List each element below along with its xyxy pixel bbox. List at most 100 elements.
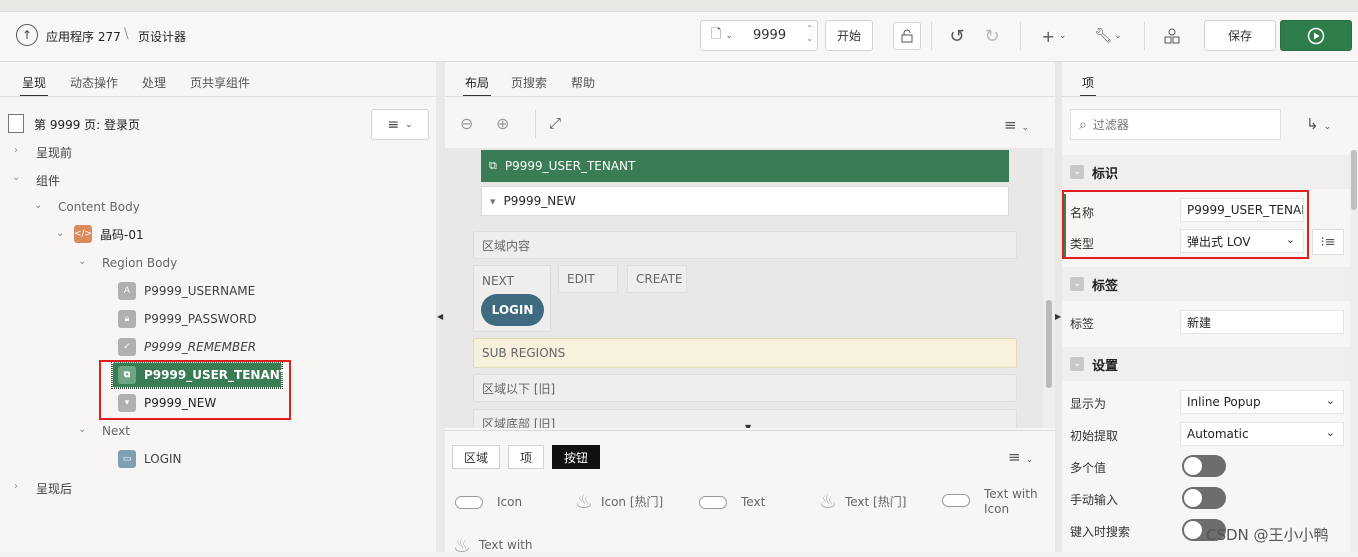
create-menu-icon[interactable]: + ⌄ (1036, 22, 1072, 50)
next-button-label: NEXT (482, 274, 514, 288)
chevron-down-icon: ⌄ (405, 119, 413, 130)
chevron-down-icon[interactable]: ⌄ (12, 172, 20, 183)
tree-button-login[interactable]: ▭ LOGIN (118, 450, 182, 468)
login-button[interactable]: LOGIN (481, 294, 544, 326)
tree-menu-button[interactable]: ≡ ⌄ (371, 109, 429, 140)
grid-region-content[interactable]: 区域内容 (473, 231, 1017, 259)
chevron-right-icon[interactable]: › (14, 481, 18, 492)
password-lock-icon: 🔒︎ (118, 310, 136, 328)
tree-item-password[interactable]: 🔒︎ P9999_PASSWORD (118, 310, 257, 328)
grid-next-position[interactable]: NEXT LOGIN (473, 265, 551, 332)
chevron-down-icon: ⌄ (1325, 394, 1335, 407)
grid-below-region[interactable]: 区域以下 [旧] (473, 374, 1017, 402)
run-button[interactable] (1280, 20, 1352, 51)
scrollbar-thumb[interactable] (1046, 300, 1052, 388)
gallery-button-text-with[interactable]: ♨ Text with (453, 533, 532, 557)
initial-fetch-select[interactable]: Automatic ⌄ (1180, 422, 1344, 446)
tab-page-shared-components[interactable]: 页共享组件 (190, 74, 250, 91)
gallery-button-text-hot[interactable]: ♨ Text [热门] (819, 489, 906, 513)
grid-item-user-tenant[interactable]: ⧉ P9999_USER_TENANT (481, 150, 1009, 182)
manual-entry-toggle[interactable] (1182, 487, 1226, 509)
label-input[interactable]: 新建 (1180, 310, 1344, 334)
lock-icon[interactable] (893, 22, 921, 50)
initial-fetch-label: 初始提取 (1070, 429, 1119, 443)
collapse-right-icon[interactable]: ▶ (1055, 312, 1061, 321)
list-of-values-icon[interactable]: ⁝≡ (1312, 229, 1344, 255)
tab-processing[interactable]: 处理 (142, 74, 166, 91)
display-as-select[interactable]: Inline Popup ⌄ (1180, 390, 1344, 414)
chevron-down-icon[interactable]: ⌄ (78, 424, 86, 435)
tree-item-remember[interactable]: ✓ P9999_REMEMBER (118, 338, 256, 356)
tree-item-username[interactable]: A P9999_USERNAME (118, 282, 255, 300)
undo-icon[interactable]: ↺ (943, 22, 971, 50)
tree-after-render[interactable]: 呈现后 (36, 480, 72, 497)
tree-next[interactable]: Next (102, 424, 130, 438)
chevron-down-icon[interactable]: ⌄ (34, 200, 42, 211)
collapse-left-icon[interactable]: ◀ (437, 312, 443, 321)
gallery-tab-regions[interactable]: 区域 (452, 445, 500, 469)
grid-create-position[interactable]: CREATE (627, 265, 687, 293)
section-label[interactable]: ⌄ 标签 (1062, 267, 1350, 301)
tab-help[interactable]: 帮助 (571, 74, 595, 91)
scrollbar-thumb[interactable] (1351, 150, 1357, 210)
gallery-button-icon[interactable]: Icon (455, 495, 522, 509)
grid-scrollbar[interactable] (1043, 148, 1055, 428)
grid-edit-position[interactable]: EDIT (558, 265, 618, 293)
gallery-button-text-with-icon[interactable]: Text with Icon (942, 487, 1038, 517)
page-title[interactable]: 第 9999 页: 登录页 (34, 116, 140, 133)
tree-region-body[interactable]: Region Body (102, 256, 177, 270)
tree-content-body[interactable]: Content Body (58, 200, 140, 214)
breadcrumb-app[interactable]: 应用程序 277 (46, 28, 121, 45)
tab-layout[interactable]: 布局 (462, 74, 492, 97)
right-splitter[interactable]: ▶ (1055, 62, 1062, 552)
zoom-out-icon[interactable]: ⊖ (460, 114, 473, 133)
tab-rendering[interactable]: 呈现 (19, 74, 49, 97)
chevron-down-icon[interactable]: ⌄ (78, 256, 86, 267)
collapse-icon: ⌄ (1070, 357, 1084, 371)
gallery-button-text[interactable]: Text (699, 495, 765, 509)
gallery-button-icon-hot[interactable]: ♨ Icon [热门] (575, 489, 663, 513)
divider (0, 96, 436, 97)
gallery-tab-items[interactable]: 项 (508, 445, 544, 469)
grid-item-new[interactable]: ▾ P9999_NEW (481, 186, 1009, 216)
section-title: 设置 (1092, 358, 1119, 374)
region-label: 晶码-01 (100, 227, 144, 242)
page-number-input[interactable]: 9999 (753, 28, 786, 43)
scroll-down-icon[interactable]: ▼ (745, 423, 751, 428)
go-to-group-icon[interactable]: ↳ ⌄ (1306, 115, 1331, 133)
tab-dynamic-actions[interactable]: 动态操作 (70, 74, 118, 91)
app-home-icon[interactable]: ↑ (16, 24, 38, 46)
grid-sub-regions[interactable]: SUB REGIONS (473, 338, 1017, 368)
shared-components-icon[interactable] (1158, 22, 1186, 50)
filter-input[interactable] (1092, 117, 1263, 132)
utilities-wrench-icon[interactable]: 🔧︎ ⌄ (1090, 22, 1126, 50)
multiple-values-toggle[interactable] (1182, 455, 1226, 477)
tab-item[interactable]: 项 (1079, 74, 1097, 97)
chevron-down-icon[interactable]: ⌄ (56, 228, 64, 239)
tree-components[interactable]: 组件 (36, 172, 60, 189)
zoom-in-icon[interactable]: ⊕ (496, 114, 509, 133)
grid-item-label: P9999_USER_TENANT (504, 159, 636, 173)
page-selector[interactable]: 🗋 ⌄ 9999 ⌃ ⌄ (700, 20, 818, 51)
go-button[interactable]: 开始 (825, 20, 873, 51)
button-shape-icon (455, 495, 483, 509)
property-scrollbar[interactable] (1350, 150, 1358, 552)
page-stepper[interactable]: ⌃ ⌄ (806, 24, 813, 44)
right-tabs: 项 (1062, 62, 1358, 97)
section-identification[interactable]: ⌄ 标识 (1062, 155, 1350, 189)
layout-menu-icon[interactable]: ≡ ⌄ (1004, 116, 1029, 134)
page-icon: 🗋 (711, 26, 722, 42)
tree-before-render[interactable]: 呈现前 (36, 144, 72, 161)
redo-icon[interactable]: ↻ (978, 22, 1006, 50)
chevron-right-icon[interactable]: › (14, 145, 18, 156)
left-splitter[interactable]: ◀ (436, 62, 445, 552)
property-filter[interactable]: ⌕ (1070, 109, 1281, 140)
save-button[interactable]: 保存 (1204, 20, 1276, 51)
divider (445, 96, 1055, 97)
tab-page-search[interactable]: 页搜索 (511, 74, 547, 91)
section-settings[interactable]: ⌄ 设置 (1062, 347, 1350, 381)
expand-icon[interactable]: ⤢ (549, 114, 561, 132)
gallery-tab-buttons[interactable]: 按钮 (552, 445, 600, 469)
tree-region[interactable]: </> 晶码-01 (74, 225, 144, 243)
gallery-menu-icon[interactable]: ≡ ⌄ (1008, 448, 1033, 466)
